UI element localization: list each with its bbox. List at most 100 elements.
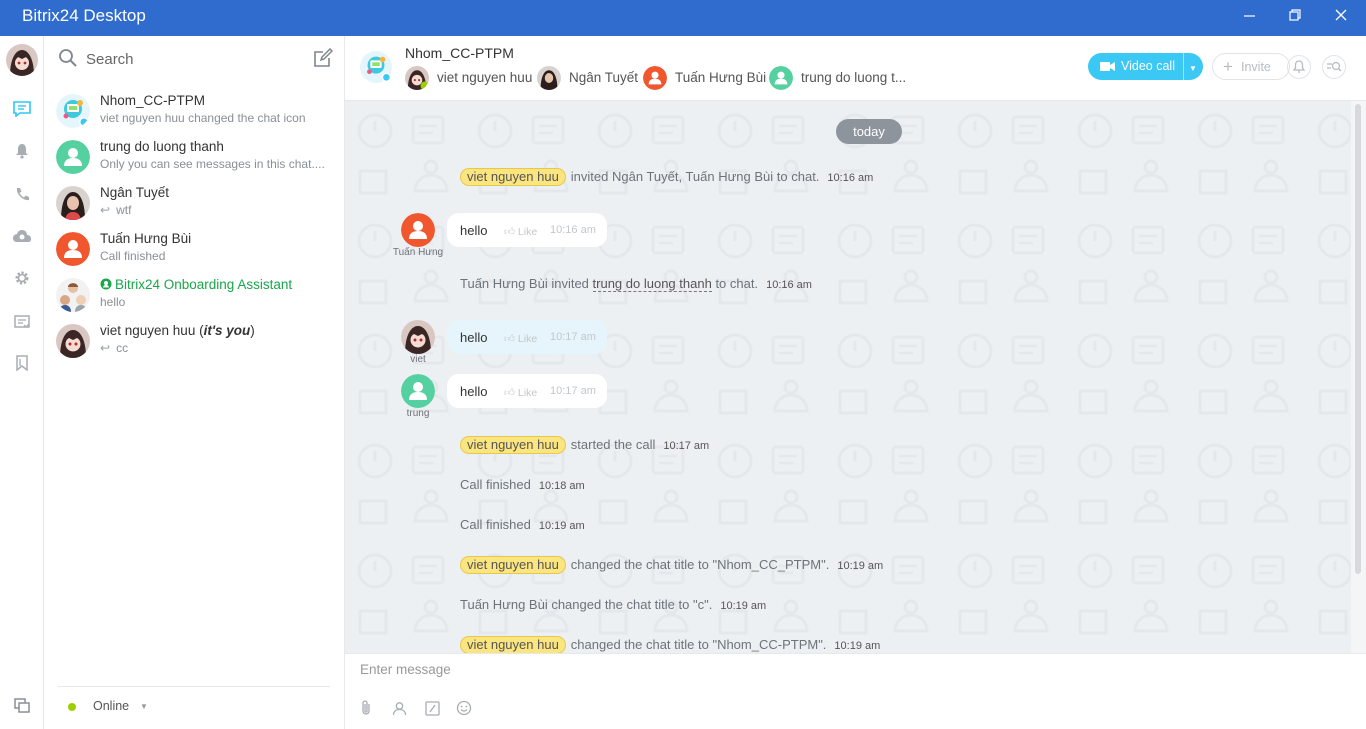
thumbs-up-icon: 👍︎ (504, 226, 515, 238)
message-text: hello (460, 384, 488, 399)
bookmark-icon[interactable] (12, 353, 32, 373)
recent-item-tuan-hung[interactable]: Tuấn Hưng Bùi Call finished (56, 228, 336, 272)
system-message: Call finished 10:18 am (460, 477, 585, 492)
recent-item-name: viet nguyen huu (it's you) (100, 323, 255, 338)
user-avatar-orange (56, 232, 90, 266)
bot-icon (100, 277, 115, 292)
attach-file-icon[interactable] (357, 699, 375, 717)
bell-icon[interactable] (12, 141, 32, 161)
chat-title[interactable]: Nhom_CC-PTPM (405, 45, 514, 61)
windows-icon[interactable] (12, 695, 32, 715)
group-photo-avatar (56, 278, 90, 312)
user-avatar-green (56, 140, 90, 174)
system-message: Call finished 10:19 am (460, 517, 585, 532)
message-bubble[interactable]: hello 👍︎ Like 10:17 am (447, 320, 607, 354)
message-bubble[interactable]: hello 👍︎ Like 10:16 am (447, 213, 607, 247)
message-text: hello (460, 330, 488, 345)
cloud-icon[interactable] (12, 226, 32, 246)
smile-icon[interactable] (455, 699, 473, 717)
recent-item-nhom-cc-ptpm[interactable]: Nhom_CC-PTPM viet nguyen huu changed the… (56, 90, 336, 134)
recent-item-ngan-tuyet[interactable]: Ngân Tuyết ↩ wtf (56, 182, 336, 226)
message-row: Tuấn Hưng hello 👍︎ Like 10:16 am (390, 213, 690, 263)
user-photo-avatar (56, 186, 90, 220)
user-mention-tag[interactable]: viet nguyen huu (460, 436, 566, 454)
scrollbar-thumb[interactable] (1355, 104, 1361, 574)
its-you-label: it's you (203, 323, 251, 338)
video-call-button[interactable]: Video call ▼ (1088, 53, 1203, 80)
author-name: Tuấn Hưng (392, 247, 444, 258)
invite-label: Invite (1241, 60, 1271, 74)
recent-item-name: Bitrix24 Onboarding Assistant (100, 277, 292, 292)
system-message: viet nguyen huu started the call 10:17 am (460, 436, 709, 454)
invite-button[interactable]: + Invite (1212, 53, 1290, 80)
date-divider: today (836, 119, 902, 144)
system-message: viet nguyen huu changed the chat title to… (460, 636, 880, 653)
window-title: Bitrix24 Desktop (22, 6, 146, 25)
message-composer: Enter message (345, 653, 1366, 729)
system-message: viet nguyen huu invited Ngân Tuyết, Tuấn … (460, 168, 873, 186)
notifications-toggle[interactable] (1287, 55, 1311, 79)
member-avatar (405, 66, 429, 90)
like-button[interactable]: 👍︎ Like (504, 386, 537, 399)
restore-icon (1289, 9, 1301, 21)
user-link[interactable]: trung do luong thanh (592, 276, 712, 292)
system-message: viet nguyen huu changed the chat title to… (460, 556, 883, 574)
search-bar[interactable]: Search (58, 48, 333, 70)
member-avatar (769, 66, 793, 90)
thumbs-up-icon: 👍︎ (504, 333, 515, 345)
status-selector[interactable]: Online ▼ (58, 686, 330, 726)
video-call-dropdown[interactable]: ▼ (1183, 53, 1203, 80)
scrollbar[interactable] (1351, 101, 1366, 653)
recent-item-trung[interactable]: trung do luong thanh Only you can see me… (56, 136, 336, 180)
message-time: 10:16 am (766, 279, 812, 291)
recent-item-name: trung do luong thanh (100, 139, 224, 154)
tasks-icon[interactable] (12, 312, 32, 332)
search-history-button[interactable] (1322, 55, 1346, 79)
pin-icon (1292, 60, 1306, 73)
message-list[interactable]: today viet nguyen huu invited Ngân Tuyết,… (345, 101, 1351, 653)
member-avatar (643, 66, 667, 90)
message-time: 10:17 am (550, 331, 596, 343)
search-input[interactable]: Search (86, 51, 134, 68)
online-status-dot (68, 703, 76, 711)
user-mention-tag[interactable]: viet nguyen huu (460, 636, 566, 653)
recent-item-preview: viet nguyen huu changed the chat icon (100, 111, 306, 125)
message-time: 10:19 am (538, 520, 585, 532)
recent-item-preview: hello (100, 295, 126, 309)
command-icon[interactable] (423, 699, 441, 717)
message-time: 10:19 am (720, 600, 767, 612)
plus-icon: + (1223, 57, 1233, 76)
close-button[interactable] (1318, 0, 1364, 30)
member-name: Ngân Tuyết (569, 70, 639, 85)
close-icon (1335, 9, 1347, 21)
author-avatar[interactable] (401, 320, 435, 354)
title-bar: Bitrix24 Desktop (0, 0, 1366, 36)
recent-item-onboarding[interactable]: Bitrix24 Onboarding Assistant hello (56, 274, 336, 318)
system-message: Tuấn Hưng Bùi invited trung do luong tha… (460, 276, 812, 292)
user-avatar[interactable] (6, 44, 38, 76)
author-name: viet (410, 354, 426, 365)
search-messages-icon (1327, 61, 1342, 72)
group-chat-icon[interactable] (360, 51, 392, 83)
message-input[interactable]: Enter message (360, 662, 451, 677)
message-time: 10:18 am (538, 480, 585, 492)
message-time: 10:16 am (550, 224, 596, 236)
like-button[interactable]: 👍︎ Like (504, 332, 537, 345)
left-rail (0, 36, 44, 729)
user-mention-tag[interactable]: viet nguyen huu (460, 168, 566, 186)
like-button[interactable]: 👍︎ Like (504, 225, 537, 238)
minimize-button[interactable] (1226, 0, 1272, 30)
gear-icon[interactable] (12, 268, 32, 288)
message-bubble[interactable]: hello 👍︎ Like 10:17 am (447, 374, 607, 408)
author-avatar[interactable] (401, 213, 435, 247)
chat-icon[interactable] (12, 99, 32, 119)
chevron-down-icon: ▼ (1189, 64, 1197, 73)
user-mention-tag[interactable]: viet nguyen huu (460, 556, 566, 574)
recent-item-self[interactable]: viet nguyen huu (it's you) ↩ cc (56, 320, 336, 364)
video-call-label: Video call (1121, 59, 1175, 73)
author-avatar[interactable] (401, 374, 435, 408)
phone-icon[interactable] (12, 184, 32, 204)
mention-user-icon[interactable] (390, 699, 408, 717)
restore-button[interactable] (1272, 0, 1318, 30)
member-name: Tuấn Hưng Bùi (675, 70, 767, 85)
